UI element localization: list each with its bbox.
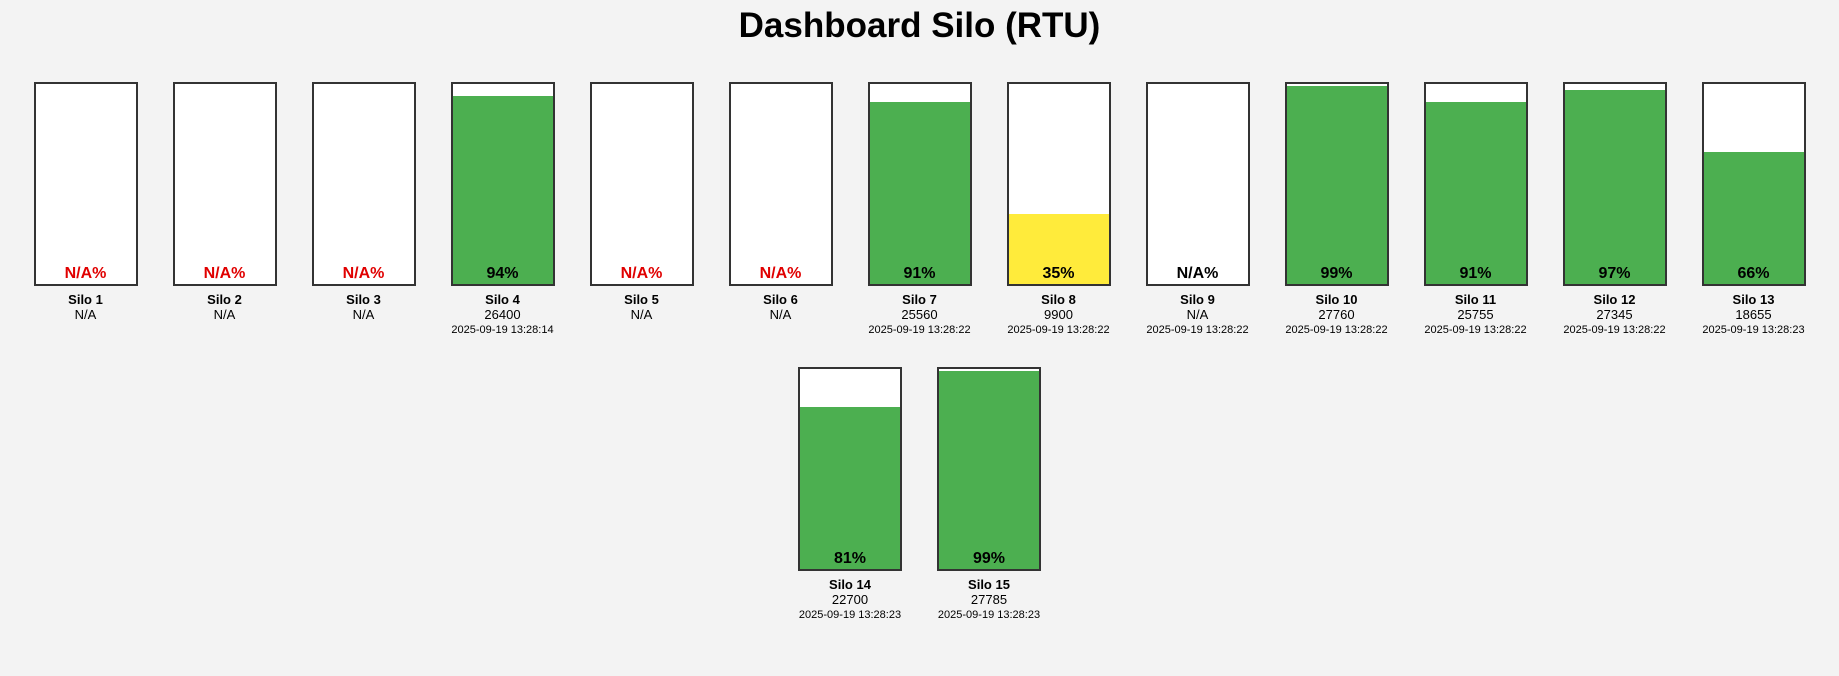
silo-percent: N/A% <box>342 265 385 282</box>
page-title: Dashboard Silo (RTU) <box>738 6 1101 45</box>
silo-card-8: 35% Silo 8 9900 2025-09-19 13:28:22 <box>1006 82 1111 337</box>
silo-name: Silo 13 <box>1732 292 1775 307</box>
silo-fill-level <box>939 371 1039 569</box>
silo-tank: N/A% <box>728 82 833 286</box>
silo-name: Silo 15 <box>968 577 1010 592</box>
silo-timestamp: 2025-09-19 13:28:22 <box>1146 324 1249 336</box>
silo-timestamp: 2025-09-19 13:28:14 <box>451 324 554 336</box>
silo-fill-level <box>1286 86 1387 284</box>
silo-tank: N/A% <box>33 82 138 286</box>
silo-card-7: 91% Silo 7 25560 2025-09-19 13:28:22 <box>867 82 972 337</box>
silo-timestamp: 2025-09-19 13:28:22 <box>868 324 971 336</box>
silo-percent: 99% <box>972 550 1006 567</box>
silo-tank: 81% <box>798 367 902 571</box>
silo-name: Silo 6 <box>763 292 798 307</box>
silo-timestamp: 2025-09-19 13:28:23 <box>1702 324 1805 336</box>
silo-value: N/A <box>74 307 97 322</box>
silo-tank: 94% <box>450 82 555 286</box>
silo-card-9: N/A% Silo 9 N/A 2025-09-19 13:28:22 <box>1145 82 1250 337</box>
silo-value: 25560 <box>901 307 938 322</box>
silo-percent: 81% <box>833 550 867 567</box>
silo-name: Silo 10 <box>1315 292 1358 307</box>
silo-percent: N/A% <box>1176 265 1219 282</box>
silo-row-1: N/A% Silo 1 N/A N/A% Silo 2 N/A N/A% Sil… <box>0 82 1839 337</box>
silo-percent: N/A% <box>759 265 802 282</box>
silo-fill-level <box>1425 102 1526 284</box>
silo-percent: N/A% <box>620 265 663 282</box>
silo-row-2: 81% Silo 14 22700 2025-09-19 13:28:23 99… <box>0 367 1839 622</box>
silo-card-3: N/A% Silo 3 N/A <box>311 82 416 337</box>
silo-name: Silo 5 <box>624 292 659 307</box>
silo-name: Silo 9 <box>1180 292 1215 307</box>
silo-value: N/A <box>213 307 236 322</box>
silo-percent: 66% <box>1737 265 1770 282</box>
silo-card-12: 97% Silo 12 27345 2025-09-19 13:28:22 <box>1562 82 1667 337</box>
silo-percent: 35% <box>1042 265 1075 282</box>
silo-tank: 91% <box>867 82 972 286</box>
silo-timestamp: 2025-09-19 13:28:22 <box>1563 324 1666 336</box>
silo-card-1: N/A% Silo 1 N/A <box>33 82 138 337</box>
silo-value: 26400 <box>484 307 521 322</box>
silo-name: Silo 7 <box>902 292 937 307</box>
silo-percent: 99% <box>1320 265 1353 282</box>
silo-name: Silo 14 <box>829 577 871 592</box>
silo-card-2: N/A% Silo 2 N/A <box>172 82 277 337</box>
silo-value: 9900 <box>1044 307 1073 322</box>
silo-name: Silo 4 <box>485 292 520 307</box>
silo-card-6: N/A% Silo 6 N/A <box>728 82 833 337</box>
silo-name: Silo 8 <box>1041 292 1076 307</box>
silo-value: N/A <box>1186 307 1209 322</box>
silo-fill-level <box>1564 90 1665 284</box>
silo-card-10: 99% Silo 10 27760 2025-09-19 13:28:22 <box>1284 82 1389 337</box>
silo-fill-level <box>869 102 970 284</box>
silo-tank: 97% <box>1562 82 1667 286</box>
silo-card-5: N/A% Silo 5 N/A <box>589 82 694 337</box>
silo-tank: N/A% <box>172 82 277 286</box>
silo-timestamp: 2025-09-19 13:28:22 <box>1424 324 1527 336</box>
silo-timestamp: 2025-09-19 13:28:22 <box>1285 324 1388 336</box>
silo-fill-level <box>452 96 553 284</box>
silo-percent: 97% <box>1598 265 1631 282</box>
silo-tank: N/A% <box>311 82 416 286</box>
silo-percent: 94% <box>486 265 519 282</box>
silo-timestamp: 2025-09-19 13:28:22 <box>1007 324 1110 336</box>
silo-value: 18655 <box>1735 307 1772 322</box>
silo-value: N/A <box>769 307 792 322</box>
silo-card-11: 91% Silo 11 25755 2025-09-19 13:28:22 <box>1423 82 1528 337</box>
silo-percent: N/A% <box>64 265 107 282</box>
silo-value: N/A <box>352 307 375 322</box>
silo-tank: 99% <box>937 367 1041 571</box>
silo-value: 22700 <box>831 592 869 607</box>
silo-timestamp: 2025-09-19 13:28:23 <box>798 609 902 621</box>
silo-card-13: 66% Silo 13 18655 2025-09-19 13:28:23 <box>1701 82 1806 337</box>
silo-card-15: 99% Silo 15 27785 2025-09-19 13:28:23 <box>937 367 1041 622</box>
silo-value: 25755 <box>1457 307 1494 322</box>
silo-tank: 99% <box>1284 82 1389 286</box>
silo-percent: 91% <box>1459 265 1492 282</box>
silo-tank: 66% <box>1701 82 1806 286</box>
silo-name: Silo 2 <box>207 292 242 307</box>
silo-tank: 35% <box>1006 82 1111 286</box>
silo-name: Silo 11 <box>1454 292 1497 307</box>
silo-name: Silo 12 <box>1593 292 1636 307</box>
silo-percent: N/A% <box>203 265 246 282</box>
silo-card-14: 81% Silo 14 22700 2025-09-19 13:28:23 <box>798 367 902 622</box>
silo-name: Silo 3 <box>346 292 381 307</box>
silo-fill-level <box>800 407 900 569</box>
silo-value: 27345 <box>1596 307 1633 322</box>
silo-card-4: 94% Silo 4 26400 2025-09-19 13:28:14 <box>450 82 555 337</box>
silo-name: Silo 1 <box>68 292 103 307</box>
silo-tank: N/A% <box>1145 82 1250 286</box>
silo-percent: 91% <box>903 265 936 282</box>
silo-tank: N/A% <box>589 82 694 286</box>
silo-value: N/A <box>630 307 653 322</box>
silo-timestamp: 2025-09-19 13:28:23 <box>937 609 1041 621</box>
silo-value: 27760 <box>1318 307 1355 322</box>
silo-value: 27785 <box>970 592 1008 607</box>
silo-tank: 91% <box>1423 82 1528 286</box>
